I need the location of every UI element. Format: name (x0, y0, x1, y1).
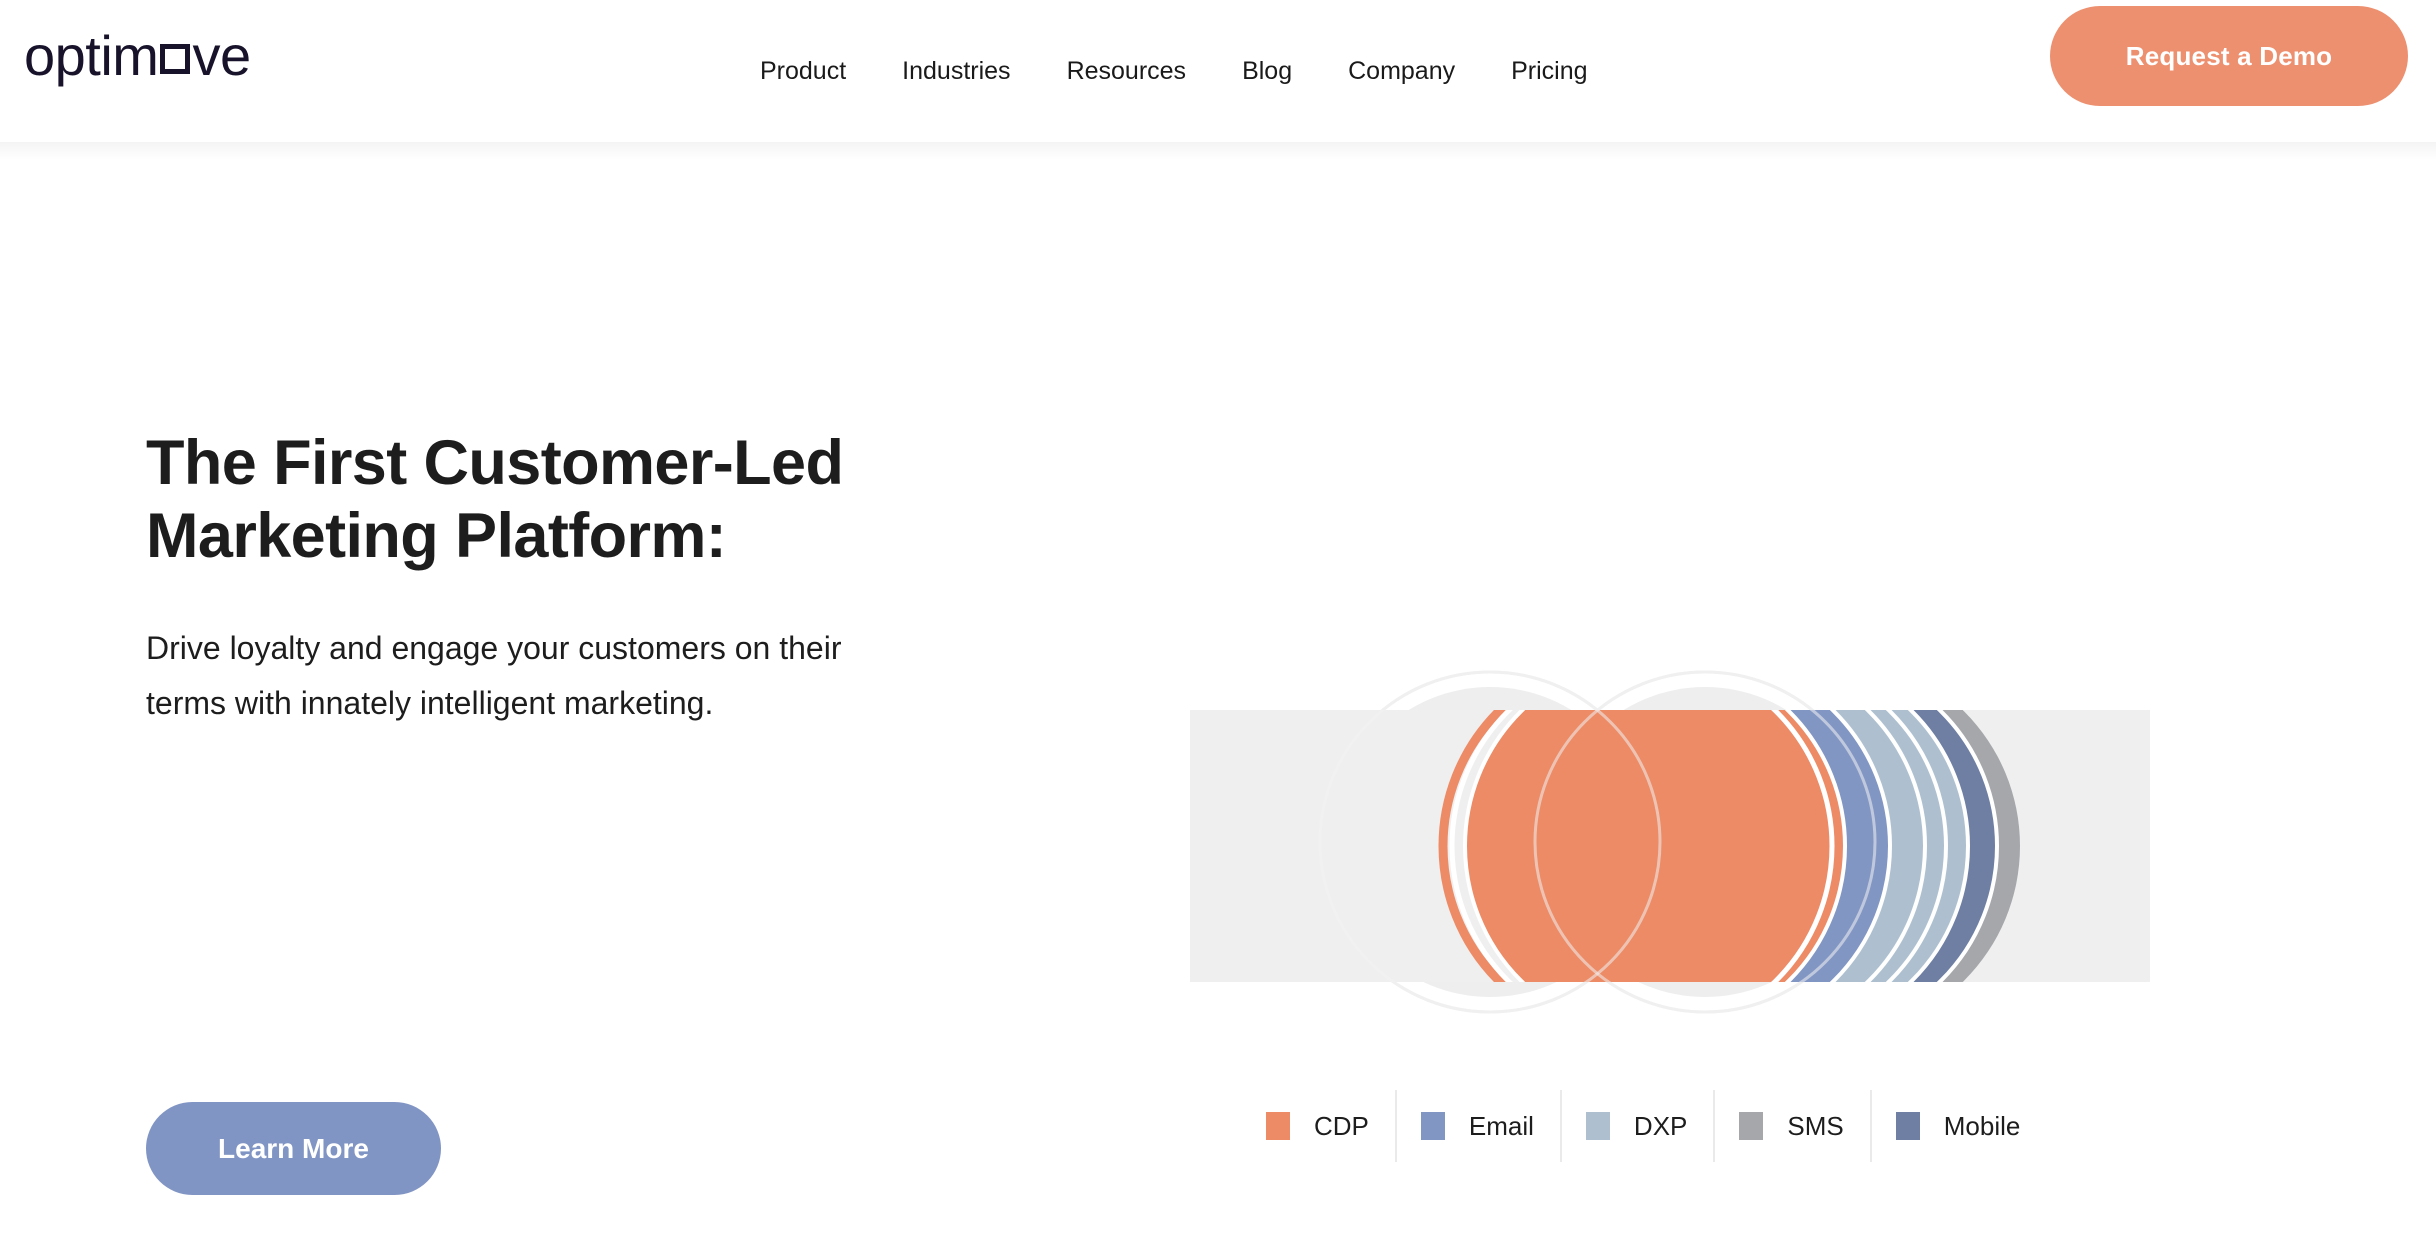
legend-item-email[interactable]: Email (1394, 1090, 1560, 1162)
logo[interactable]: optim ve (24, 28, 251, 84)
nav-item-product[interactable]: Product (732, 57, 874, 86)
nav-item-blog[interactable]: Blog (1214, 57, 1320, 86)
diagram-legend: CDP Email DXP SMS Mobile (1258, 1090, 2046, 1162)
nav-item-resources[interactable]: Resources (1039, 57, 1215, 86)
nav-item-pricing[interactable]: Pricing (1483, 57, 1615, 86)
logo-text-after: ve (192, 24, 251, 87)
legend-label-sms: SMS (1787, 1110, 1844, 1141)
hero-section: The First Customer-Led Marketing Platfor… (0, 142, 2436, 1244)
logo-text-before: optim (24, 24, 159, 87)
legend-swatch-sms (1739, 1112, 1764, 1140)
request-demo-button[interactable]: Request a Demo (2050, 6, 2408, 106)
hero-subtitle: Drive loyalty and engage your customers … (146, 630, 842, 722)
main-navigation: Product Industries Resources Blog Compan… (732, 0, 1616, 142)
page-title: The First Customer-Led Marketing Platfor… (146, 428, 844, 572)
legend-item-cdp[interactable]: CDP (1258, 1090, 1395, 1162)
legend-label-mobile: Mobile (1943, 1110, 2021, 1141)
legend-swatch-mobile (1895, 1112, 1920, 1140)
nav-item-industries[interactable]: Industries (874, 57, 1038, 86)
legend-swatch-cdp (1266, 1112, 1290, 1140)
legend-item-sms[interactable]: SMS (1713, 1090, 1869, 1162)
square-glyph-icon (160, 44, 191, 74)
legend-swatch-dxp (1585, 1112, 1610, 1140)
site-header: optim ve Product Industries Resources Bl… (0, 0, 2436, 160)
legend-item-dxp[interactable]: DXP (1559, 1090, 1713, 1162)
legend-label-dxp: DXP (1633, 1110, 1688, 1141)
learn-more-button[interactable]: Learn More (146, 1102, 441, 1195)
hero-copy: The First Customer-Led Marketing Platfor… (146, 427, 946, 731)
nav-item-company[interactable]: Company (1320, 57, 1483, 86)
legend-item-mobile[interactable]: Mobile (1869, 1090, 2047, 1162)
platform-diagram (1190, 670, 2150, 1014)
legend-label-email: Email (1468, 1110, 1534, 1141)
legend-swatch-email (1420, 1112, 1445, 1140)
legend-label-cdp: CDP (1314, 1110, 1369, 1141)
